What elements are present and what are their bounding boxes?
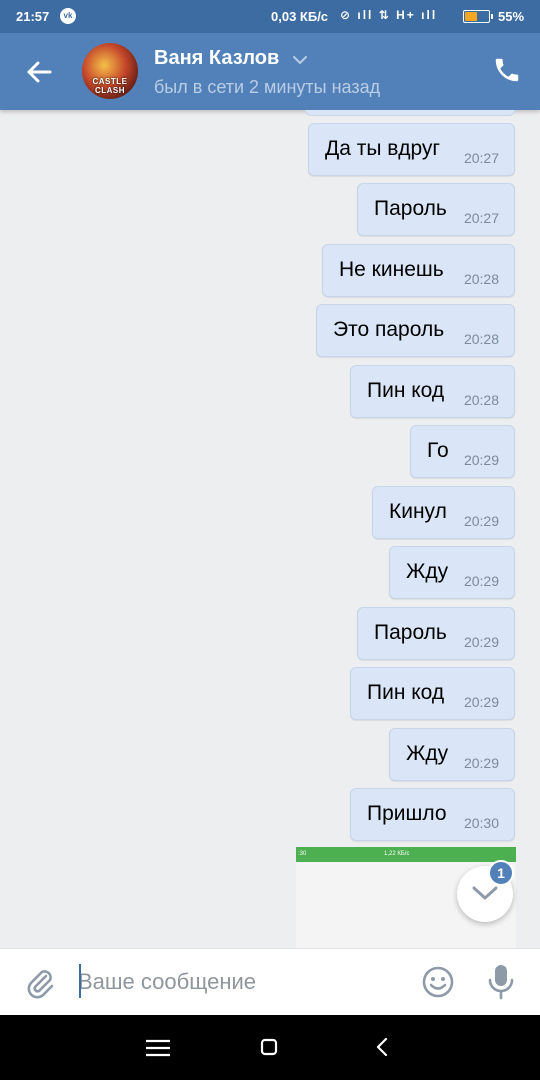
battery-cap — [491, 14, 493, 19]
signal-icons: ⊘ ıll ⇅ H+ ıll — [340, 8, 438, 22]
microphone-icon[interactable] — [486, 963, 516, 1001]
message-text: Пароль — [374, 621, 447, 644]
menu-icon[interactable] — [144, 1037, 172, 1059]
message-bubble[interactable]: Пин код 20:28 — [350, 365, 515, 418]
message-bubble[interactable]: Кинул 20:29 — [372, 486, 515, 539]
message-bubble[interactable]: Да ты вдруг 20:27 — [308, 123, 515, 176]
message-bubble-partial — [305, 110, 515, 116]
status-time: 21:57 — [16, 9, 50, 24]
battery-percent: 55% — [498, 9, 525, 24]
avatar[interactable]: CASTLE CLASH — [82, 43, 138, 99]
text-caret — [79, 964, 81, 998]
message-bubble[interactable]: Не кинешь 20:28 — [322, 244, 515, 297]
message-input[interactable] — [78, 963, 398, 1001]
message-text: Это пароль — [333, 318, 445, 341]
message-text: Пришло — [367, 802, 447, 825]
battery-icon — [463, 10, 493, 23]
message-bubble[interactable]: Это пароль 20:28 — [316, 304, 515, 357]
message-text: Не кинешь — [339, 258, 444, 281]
composer-bar — [0, 948, 540, 1015]
message-bubble[interactable]: Пин код 20:29 — [350, 667, 515, 720]
message-text: Го — [427, 439, 449, 462]
message-bubble[interactable]: Жду 20:29 — [389, 728, 515, 781]
message-time: 20:28 — [463, 271, 499, 287]
message-text: Жду — [406, 742, 449, 765]
status-bar: 21:57 vk 0,03 КБ/с ⊘ ıll ⇅ H+ ıll 55% — [0, 0, 540, 33]
system-nav-bar — [0, 1015, 540, 1080]
message-text: Кинул — [389, 500, 447, 523]
message-time: 20:29 — [463, 755, 499, 771]
contact-name[interactable]: Ваня Казлов — [154, 47, 279, 70]
message-time: 20:29 — [463, 573, 499, 589]
message-time: 20:28 — [463, 331, 499, 347]
message-bubble[interactable]: Жду 20:29 — [389, 546, 515, 599]
image-status-bar: :30 1,22 КБ/с — [296, 847, 516, 862]
phone-icon[interactable] — [492, 55, 522, 85]
paperclip-icon[interactable] — [22, 965, 56, 999]
message-list[interactable]: Да ты вдруг 20:27 Пароль 20:27 Не кинешь… — [0, 110, 540, 948]
message-bubble[interactable]: Пароль 20:27 — [357, 183, 515, 236]
contact-status: был в сети 2 минуты назад — [154, 77, 381, 97]
message-time: 20:29 — [463, 513, 499, 529]
battery-fill — [465, 12, 477, 21]
chevron-down-icon[interactable] — [292, 55, 308, 65]
avatar-text: CASTLE CLASH — [92, 77, 128, 95]
network-type: H+ — [396, 8, 416, 22]
unread-badge: 1 — [488, 860, 514, 886]
image-bar-speed: 1,22 КБ/с — [384, 851, 410, 857]
message-time: 20:28 — [463, 392, 499, 408]
message-text: Пин код — [367, 681, 445, 704]
message-bubble[interactable]: Го 20:29 — [410, 425, 515, 478]
chevron-down-icon — [472, 886, 498, 900]
message-text: Да ты вдруг — [325, 137, 441, 160]
message-text: Пароль — [374, 197, 447, 220]
back-icon[interactable] — [374, 1036, 390, 1058]
message-text: Пин код — [367, 379, 445, 402]
message-bubble[interactable]: Пароль 20:29 — [357, 607, 515, 660]
status-speed: 0,03 КБ/с — [271, 9, 329, 24]
message-text: Жду — [406, 560, 449, 583]
emoji-icon[interactable] — [421, 965, 455, 999]
message-time: 20:29 — [463, 694, 499, 710]
arrow-left-icon[interactable] — [22, 55, 56, 89]
image-bar-time: :30 — [298, 851, 307, 857]
vk-notification-icon: vk — [60, 8, 76, 24]
home-icon[interactable] — [259, 1037, 279, 1057]
message-time: 20:27 — [463, 150, 499, 166]
message-time: 20:30 — [463, 815, 499, 831]
chat-header: CASTLE CLASH Ваня Казлов был в сети 2 ми… — [0, 33, 540, 110]
message-bubble[interactable]: Пришло 20:30 — [350, 788, 515, 841]
message-time: 20:27 — [463, 210, 499, 226]
message-time: 20:29 — [463, 452, 499, 468]
message-time: 20:29 — [463, 634, 499, 650]
